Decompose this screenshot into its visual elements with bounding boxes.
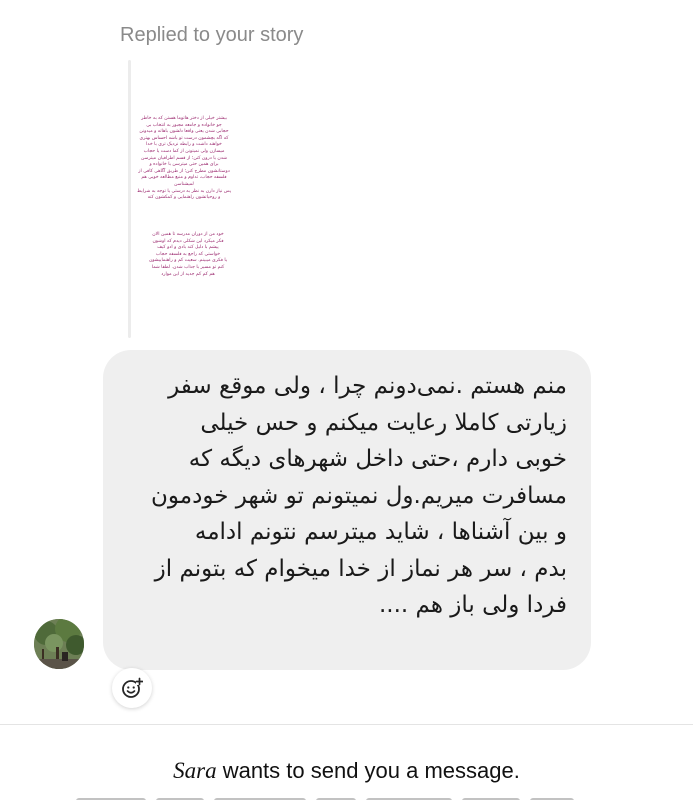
message-bubble[interactable]: منم هستم .نمی‌دونم چرا ، ولی موقع سفر زی… [103,350,591,670]
divider [0,724,693,725]
replied-to-story-label: Replied to your story [120,24,304,46]
avatar-photo-icon [34,619,84,669]
dm-thread: Replied to your story بیشتر خیلی از دختر… [0,0,693,800]
add-reaction-icon [122,677,143,698]
clipped-text-line [76,793,616,800]
request-sender-name: Sara [173,758,217,783]
avatar[interactable] [34,619,84,669]
story-text-paragraph-1: بیشتر خیلی از دختر هاتوما هستن که به خاط… [137,116,231,201]
add-reaction-button[interactable] [112,668,152,708]
message-request-notice: Sara wants to send you a message. [0,758,693,784]
reply-indicator-bar [128,60,131,338]
request-notice-text: wants to send you a message. [216,758,520,783]
story-text-paragraph-2: خود من از دوران مدرسه تا همین الان فکر م… [148,232,228,277]
message-text: منم هستم .نمی‌دونم چرا ، ولی موقع سفر زی… [151,373,567,618]
story-thumbnail[interactable]: بیشتر خیلی از دختر هاتوما هستن که به خاط… [134,104,234,304]
